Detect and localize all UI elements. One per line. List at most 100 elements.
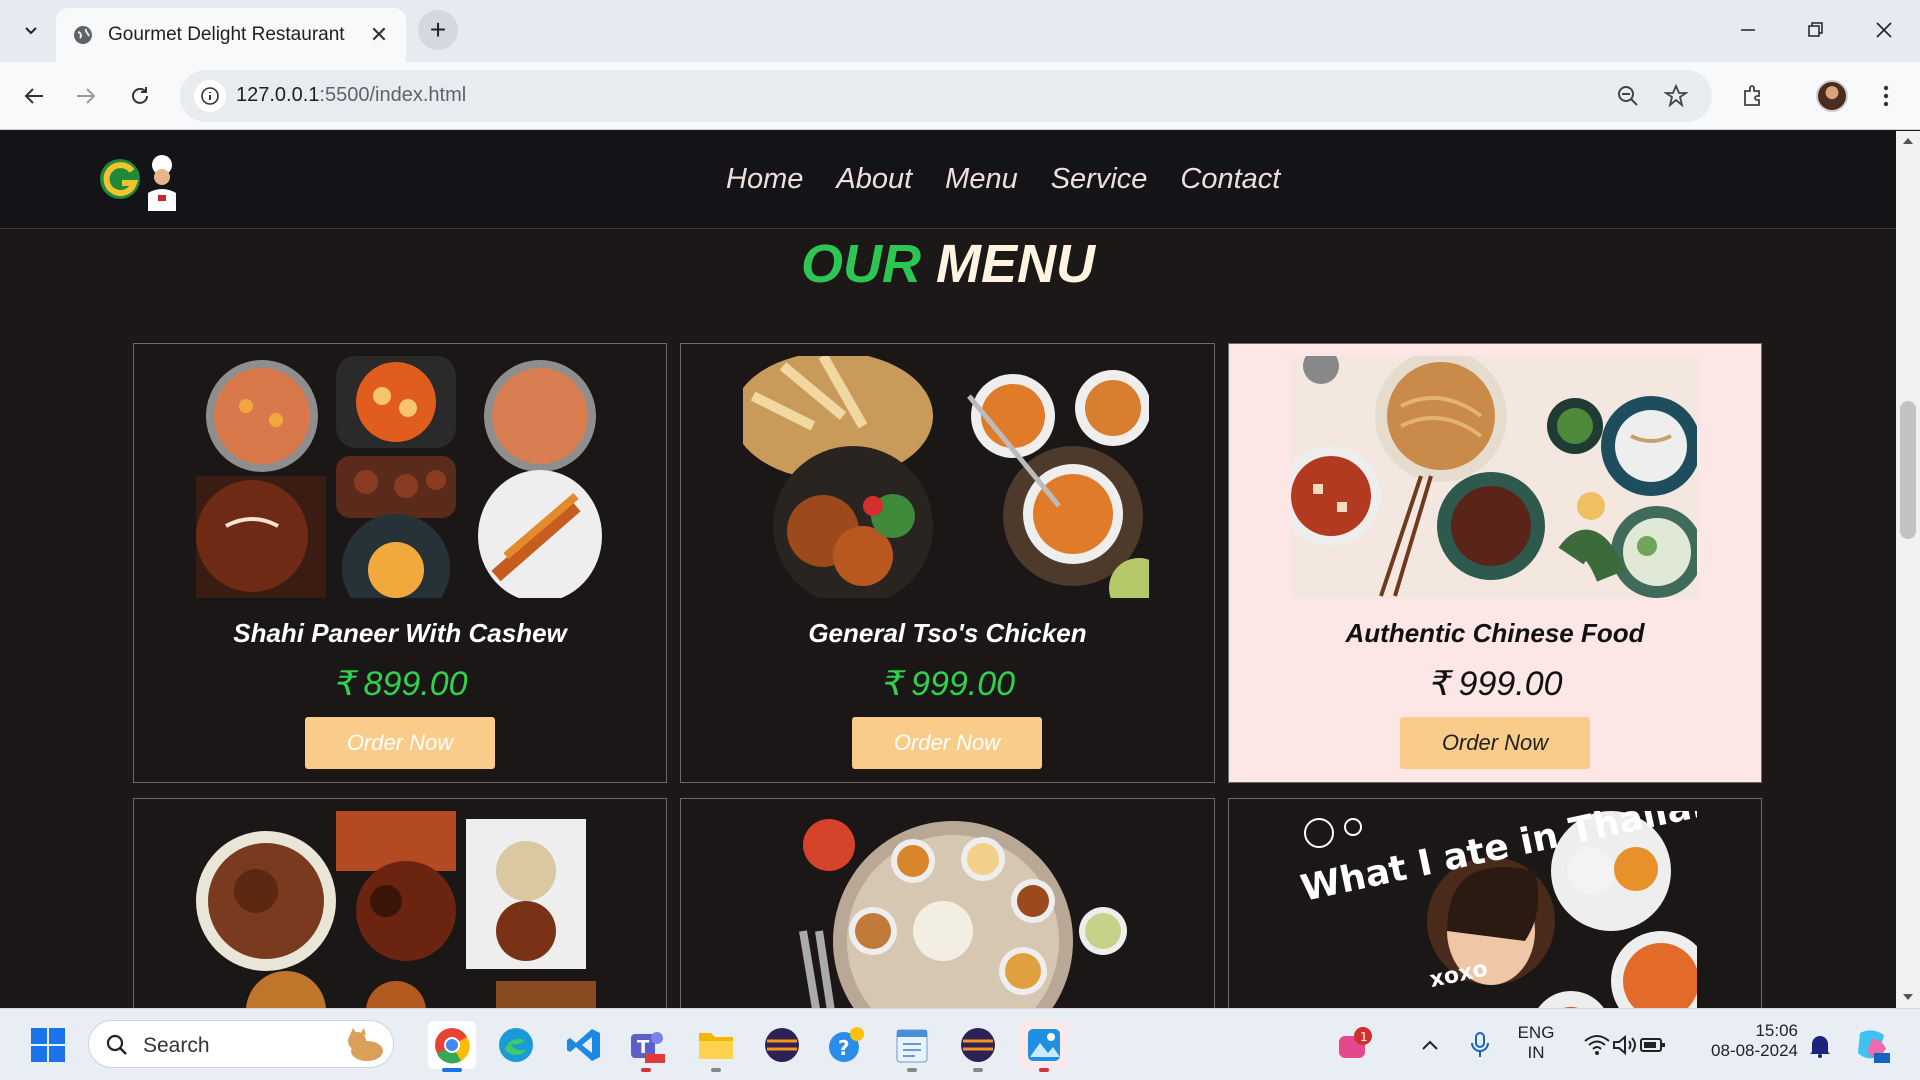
menu-card-chinese-food: Authentic Chinese Food ₹ 999.00 Order No…: [1228, 343, 1762, 783]
new-tab-button[interactable]: +: [418, 10, 458, 50]
dish-name: Authentic Chinese Food: [1345, 618, 1645, 648]
scroll-down-icon[interactable]: [1902, 993, 1914, 1001]
photos-icon: [1028, 1029, 1060, 1061]
menu-card-shahi-paneer: Shahi Paneer With Cashew ₹ 899.00 Order …: [133, 343, 667, 783]
food-photo: [1291, 356, 1697, 598]
taskbar-help[interactable]: ?: [822, 1021, 870, 1069]
taskbar-edge[interactable]: [492, 1021, 540, 1069]
chrome-icon: [435, 1028, 470, 1064]
food-photo: [743, 811, 1149, 1008]
site-logo[interactable]: [96, 151, 186, 211]
food-photo: [743, 356, 1149, 598]
microphone-button[interactable]: [1456, 1021, 1504, 1069]
address-bar[interactable]: 127.0.0.1:5500/index.html: [180, 70, 1712, 122]
bell-icon: [1810, 1036, 1830, 1058]
food-image: What I ate in Thailand xoxo: [1291, 811, 1697, 1008]
taskbar-photos[interactable]: [1020, 1021, 1068, 1072]
notifications-button[interactable]: [1796, 1021, 1844, 1069]
site-info-button[interactable]: [194, 80, 226, 112]
language-indicator[interactable]: ENG IN: [1508, 1023, 1564, 1063]
tab-search-button[interactable]: [14, 14, 48, 46]
running-indicator: [907, 1068, 917, 1072]
url-text[interactable]: 127.0.0.1:5500/index.html: [236, 84, 466, 107]
food-image: [1291, 356, 1697, 598]
running-indicator: [1039, 1068, 1049, 1072]
taskbar-notifications-app[interactable]: 1: [1330, 1021, 1378, 1069]
active-indicator: [442, 1068, 462, 1072]
system-tray-quick-settings[interactable]: [1570, 1021, 1680, 1069]
back-button[interactable]: [16, 78, 52, 114]
folder-icon: [699, 1033, 733, 1059]
menu-section-title: OUR MENU: [0, 233, 1896, 295]
chat-icon: 1: [1339, 1027, 1372, 1058]
show-hidden-icons-button[interactable]: [1406, 1021, 1454, 1069]
notepad-icon: [896, 1029, 928, 1063]
restore-button[interactable]: [1786, 10, 1846, 50]
dish-price: ₹ 999.00: [879, 665, 1016, 703]
profile-button[interactable]: [1812, 76, 1852, 116]
battery-icon: [1640, 1038, 1665, 1052]
forward-button[interactable]: [68, 78, 104, 114]
nav-link-menu[interactable]: Menu: [945, 163, 1018, 196]
dish-name: General Tso's Chicken: [808, 618, 1087, 648]
nav-link-contact[interactable]: Contact: [1180, 163, 1280, 196]
browser-menu-button[interactable]: [1866, 76, 1906, 116]
eclipse-icon: [961, 1028, 995, 1062]
taskbar-teams[interactable]: T: [622, 1021, 670, 1072]
order-now-button[interactable]: Order Now: [1400, 717, 1590, 769]
taskbar-notepad[interactable]: [888, 1021, 936, 1072]
reload-button[interactable]: [122, 78, 158, 114]
food-image: [743, 356, 1149, 598]
close-window-button[interactable]: [1854, 10, 1914, 50]
page-scrollbar[interactable]: [1896, 131, 1920, 1008]
eclipse-icon: [765, 1028, 799, 1062]
close-icon: [1876, 22, 1892, 38]
order-now-button[interactable]: Order Now: [305, 717, 495, 769]
vscode-icon: [567, 1029, 600, 1061]
lang-secondary: IN: [1527, 1043, 1545, 1062]
taskbar-vscode[interactable]: [560, 1021, 608, 1069]
svg-text:?: ?: [838, 1036, 850, 1060]
menu-card-general-tso: General Tso's Chicken ₹ 999.00 Order Now: [680, 343, 1215, 783]
minimize-button[interactable]: [1718, 10, 1778, 50]
browser-tab-strip: Gourmet Delight Restaurant ✕ +: [0, 0, 1920, 62]
clock-time: 15:06: [1755, 1021, 1798, 1040]
taskbar-eclipse[interactable]: [758, 1021, 806, 1069]
url-host: 127.0.0.1: [236, 84, 320, 106]
restore-icon: [1808, 22, 1823, 37]
globe-icon: [74, 26, 92, 44]
extensions-button[interactable]: [1734, 76, 1774, 116]
bookmark-button[interactable]: [1662, 82, 1690, 110]
start-button[interactable]: [24, 1021, 72, 1069]
tab-title: Gourmet Delight Restaurant: [108, 24, 345, 45]
logo-image: [100, 155, 176, 211]
nav-link-home[interactable]: Home: [726, 163, 803, 196]
edge-icon: [499, 1028, 533, 1062]
clock[interactable]: 15:06 08-08-2024: [1694, 1021, 1798, 1061]
search-label: Search: [143, 1034, 210, 1057]
nav-link-service[interactable]: Service: [1051, 163, 1148, 196]
taskbar-chrome[interactable]: [428, 1021, 476, 1072]
minimize-icon: [1741, 29, 1755, 31]
active-tab[interactable]: Gourmet Delight Restaurant ✕: [56, 8, 406, 62]
menu-card-grilled-chicken: [133, 798, 667, 1008]
star-icon: [1664, 84, 1688, 108]
zoom-button[interactable]: [1614, 82, 1642, 110]
food-photo: What I ate in Thailand xoxo: [1291, 811, 1697, 1008]
running-indicator: [641, 1068, 651, 1072]
menu-title-rest: MENU: [921, 234, 1095, 294]
scrollbar-thumb[interactable]: [1900, 401, 1916, 539]
taskbar-search[interactable]: Search: [88, 1020, 394, 1068]
close-tab-icon[interactable]: ✕: [366, 22, 392, 48]
taskbar-eclipse-2[interactable]: [954, 1021, 1002, 1072]
search-icon: [106, 1034, 127, 1055]
teams-icon: T: [631, 1032, 665, 1063]
volume-icon: [1613, 1034, 1636, 1056]
chevron-down-icon: [25, 27, 37, 35]
order-now-button[interactable]: Order Now: [852, 717, 1042, 769]
taskbar-file-explorer[interactable]: [692, 1021, 740, 1072]
microphone-icon: [1471, 1032, 1489, 1057]
scroll-up-icon[interactable]: [1902, 137, 1914, 145]
copilot-button[interactable]: [1848, 1021, 1896, 1069]
nav-link-about[interactable]: About: [836, 163, 912, 196]
